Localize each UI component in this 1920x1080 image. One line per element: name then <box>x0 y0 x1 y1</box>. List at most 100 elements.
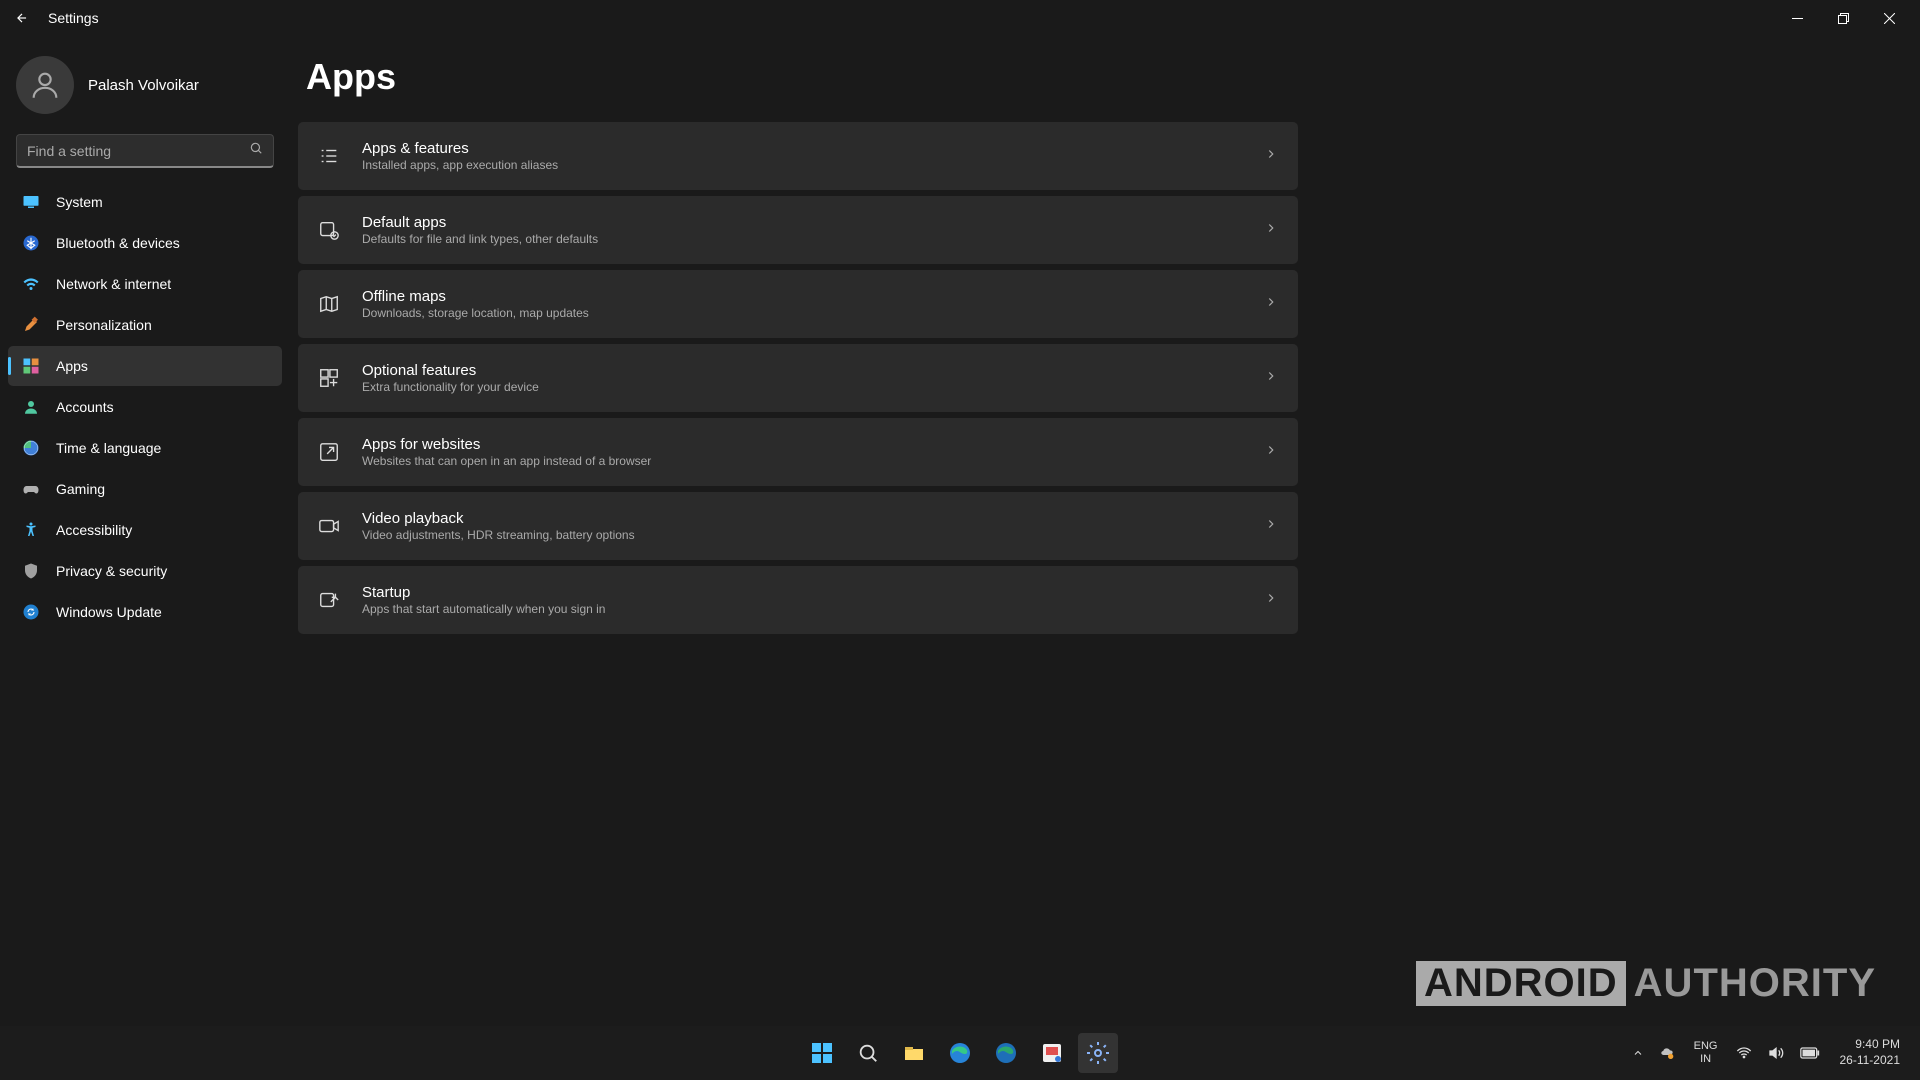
nav-label: Network & internet <box>56 276 171 292</box>
card-content: Startup Apps that start automatically wh… <box>362 584 1242 616</box>
bluetooth-icon <box>22 234 40 252</box>
sidebar-item-apps[interactable]: Apps <box>8 346 282 386</box>
optional-icon <box>318 367 340 389</box>
gaming-icon <box>22 480 40 498</box>
nav-label: System <box>56 194 103 210</box>
sidebar-item-personalization[interactable]: Personalization <box>8 305 282 345</box>
avatar <box>16 56 74 114</box>
nav-list: System Bluetooth & devices Network & int… <box>0 182 290 632</box>
wifi-icon <box>22 275 40 293</box>
default-apps-icon <box>318 219 340 241</box>
search-icon <box>249 141 263 160</box>
settings-list: Apps & features Installed apps, app exec… <box>298 122 1298 634</box>
accessibility-icon <box>22 521 40 539</box>
settings-card-startup[interactable]: Startup Apps that start automatically wh… <box>298 566 1298 634</box>
clock[interactable]: 9:40 PM 26-11-2021 <box>1832 1037 1909 1068</box>
file-explorer-button[interactable] <box>894 1033 934 1073</box>
sidebar-item-system[interactable]: System <box>8 182 282 222</box>
nav-label: Personalization <box>56 317 152 333</box>
nav-label: Time & language <box>56 440 161 456</box>
watermark-text: AUTHORITY <box>1634 961 1876 1006</box>
settings-card-apps-features[interactable]: Apps & features Installed apps, app exec… <box>298 122 1298 190</box>
start-button[interactable] <box>802 1033 842 1073</box>
card-content: Optional features Extra functionality fo… <box>362 362 1242 394</box>
settings-taskbar-button[interactable] <box>1078 1033 1118 1073</box>
sidebar-item-wifi[interactable]: Network & internet <box>8 264 282 304</box>
battery-icon[interactable] <box>1796 1047 1824 1059</box>
maximize-button[interactable] <box>1820 4 1866 32</box>
taskbar: ENG IN 9:40 PM 26-11-2021 <box>0 1026 1920 1080</box>
content: Apps Apps & features Installed apps, app… <box>290 36 1920 1026</box>
system-icon <box>22 193 40 211</box>
watermark: ANDROID AUTHORITY <box>1416 961 1876 1006</box>
card-subtitle: Defaults for file and link types, other … <box>362 232 1242 246</box>
personalization-icon <box>22 316 40 334</box>
main-container: Palash Volvoikar System Bluetooth & devi… <box>0 36 1920 1026</box>
settings-card-websites[interactable]: Apps for websites Websites that can open… <box>298 418 1298 486</box>
page-title: Apps <box>306 56 1880 98</box>
update-icon <box>22 603 40 621</box>
time-icon <box>22 439 40 457</box>
chevron-right-icon <box>1264 295 1278 314</box>
onedrive-icon[interactable] <box>1656 1045 1680 1061</box>
privacy-icon <box>22 562 40 580</box>
card-title: Apps & features <box>362 140 1242 157</box>
language-button[interactable]: ENG IN <box>1688 1040 1724 1066</box>
nav-label: Bluetooth & devices <box>56 235 180 251</box>
nav-label: Accessibility <box>56 522 132 538</box>
watermark-boxed: ANDROID <box>1416 961 1626 1006</box>
card-subtitle: Apps that start automatically when you s… <box>362 602 1242 616</box>
sidebar-item-accounts[interactable]: Accounts <box>8 387 282 427</box>
minimize-button[interactable] <box>1774 4 1820 32</box>
card-content: Video playback Video adjustments, HDR st… <box>362 510 1242 542</box>
sidebar-item-accessibility[interactable]: Accessibility <box>8 510 282 550</box>
settings-card-maps[interactable]: Offline maps Downloads, storage location… <box>298 270 1298 338</box>
sidebar-item-time[interactable]: Time & language <box>8 428 282 468</box>
card-title: Apps for websites <box>362 436 1242 453</box>
chevron-right-icon <box>1264 591 1278 610</box>
sidebar-item-bluetooth[interactable]: Bluetooth & devices <box>8 223 282 263</box>
tray-chevron-icon[interactable] <box>1628 1047 1648 1059</box>
window-controls <box>1774 4 1912 32</box>
wifi-icon[interactable] <box>1732 1045 1756 1061</box>
user-section[interactable]: Palash Volvoikar <box>0 48 290 134</box>
nav-label: Apps <box>56 358 88 374</box>
card-title: Startup <box>362 584 1242 601</box>
search-box[interactable] <box>16 134 274 168</box>
chevron-right-icon <box>1264 517 1278 536</box>
chevron-right-icon <box>1264 443 1278 462</box>
card-content: Apps & features Installed apps, app exec… <box>362 140 1242 172</box>
back-button[interactable] <box>8 4 36 32</box>
card-subtitle: Downloads, storage location, map updates <box>362 306 1242 320</box>
card-subtitle: Websites that can open in an app instead… <box>362 454 1242 468</box>
card-title: Default apps <box>362 214 1242 231</box>
sidebar-item-gaming[interactable]: Gaming <box>8 469 282 509</box>
settings-card-video[interactable]: Video playback Video adjustments, HDR st… <box>298 492 1298 560</box>
settings-card-optional[interactable]: Optional features Extra functionality fo… <box>298 344 1298 412</box>
chevron-right-icon <box>1264 221 1278 240</box>
close-button[interactable] <box>1866 4 1912 32</box>
clock-date: 26-11-2021 <box>1840 1053 1901 1069</box>
card-subtitle: Video adjustments, HDR streaming, batter… <box>362 528 1242 542</box>
search-taskbar-button[interactable] <box>848 1033 888 1073</box>
titlebar: Settings <box>0 0 1920 36</box>
settings-card-default-apps[interactable]: Default apps Defaults for file and link … <box>298 196 1298 264</box>
card-title: Optional features <box>362 362 1242 379</box>
video-icon <box>318 515 340 537</box>
search-input[interactable] <box>27 143 249 159</box>
volume-icon[interactable] <box>1764 1045 1788 1061</box>
snipping-tool-button[interactable] <box>1032 1033 1072 1073</box>
edge-dev-button[interactable] <box>986 1033 1026 1073</box>
chevron-right-icon <box>1264 369 1278 388</box>
startup-icon <box>318 589 340 611</box>
sidebar-item-privacy[interactable]: Privacy & security <box>8 551 282 591</box>
nav-label: Privacy & security <box>56 563 167 579</box>
language-primary: ENG <box>1694 1040 1718 1053</box>
nav-label: Windows Update <box>56 604 162 620</box>
edge-button[interactable] <box>940 1033 980 1073</box>
card-subtitle: Extra functionality for your device <box>362 380 1242 394</box>
card-content: Apps for websites Websites that can open… <box>362 436 1242 468</box>
sidebar-item-update[interactable]: Windows Update <box>8 592 282 632</box>
username: Palash Volvoikar <box>88 77 199 94</box>
nav-label: Accounts <box>56 399 114 415</box>
